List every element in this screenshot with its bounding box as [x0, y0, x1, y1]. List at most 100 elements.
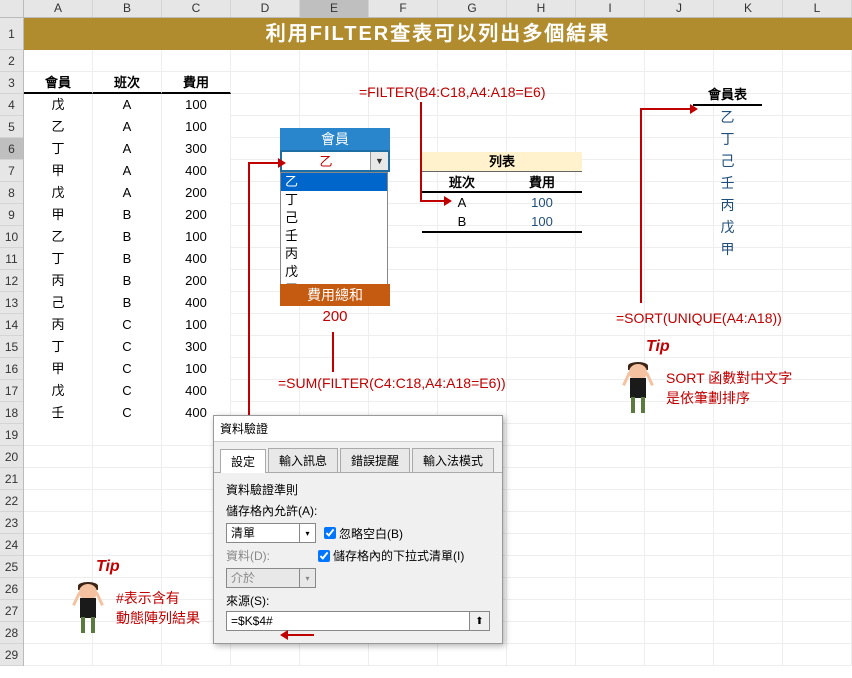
cell[interactable]: 100 [162, 358, 231, 380]
cell[interactable] [507, 556, 576, 578]
cell[interactable]: A [93, 138, 162, 160]
cell[interactable]: C [93, 358, 162, 380]
cell[interactable] [645, 600, 714, 622]
cell[interactable] [231, 50, 300, 72]
row-header-4[interactable]: 4 [0, 94, 23, 116]
cell[interactable]: 400 [162, 160, 231, 182]
row-header-19[interactable]: 19 [0, 424, 23, 446]
dropdown-item[interactable]: 己 [281, 209, 387, 227]
cell[interactable] [93, 644, 162, 666]
cell[interactable]: C [93, 336, 162, 358]
cell[interactable] [714, 490, 783, 512]
cell[interactable] [576, 468, 645, 490]
cell[interactable] [507, 490, 576, 512]
cell[interactable] [507, 50, 576, 72]
cell[interactable] [576, 270, 645, 292]
cell[interactable] [783, 182, 852, 204]
column-header-B[interactable]: B [93, 0, 162, 17]
cell[interactable] [93, 468, 162, 490]
cell[interactable] [507, 380, 576, 402]
cell[interactable] [507, 314, 576, 336]
cell[interactable]: 100 [162, 94, 231, 116]
cell[interactable] [507, 336, 576, 358]
cell[interactable]: 戊 [24, 182, 93, 204]
cell[interactable] [783, 336, 852, 358]
column-header-F[interactable]: F [369, 0, 438, 17]
row-header-27[interactable]: 27 [0, 600, 23, 622]
cell[interactable] [507, 270, 576, 292]
cell[interactable]: 費用 [162, 72, 231, 94]
cell[interactable] [507, 292, 576, 314]
cell[interactable] [783, 556, 852, 578]
cell[interactable] [507, 446, 576, 468]
ignore-blank-checkbox[interactable]: 忽略空白(B) [324, 525, 403, 542]
cell[interactable] [162, 644, 231, 666]
cell[interactable]: 戊 [24, 94, 93, 116]
cell[interactable] [576, 446, 645, 468]
cell[interactable]: C [93, 380, 162, 402]
cell[interactable] [714, 534, 783, 556]
cell[interactable]: 戊 [24, 380, 93, 402]
cell[interactable]: A [93, 116, 162, 138]
cell[interactable] [369, 50, 438, 72]
cell[interactable] [300, 644, 369, 666]
cell[interactable] [93, 490, 162, 512]
cell[interactable] [507, 644, 576, 666]
cell[interactable] [507, 402, 576, 424]
cell[interactable]: A [93, 160, 162, 182]
cell[interactable] [438, 644, 507, 666]
cell[interactable] [24, 490, 93, 512]
cell[interactable] [93, 512, 162, 534]
cell[interactable] [783, 314, 852, 336]
cell[interactable]: A [93, 182, 162, 204]
in-cell-dropdown-checkbox[interactable]: 儲存格內的下拉式清單(I) [318, 547, 464, 564]
cell[interactable] [231, 644, 300, 666]
cell[interactable] [300, 336, 369, 358]
cell[interactable] [783, 50, 852, 72]
cell[interactable] [576, 622, 645, 644]
cell[interactable] [714, 468, 783, 490]
cell[interactable] [507, 600, 576, 622]
cell[interactable] [24, 512, 93, 534]
cell[interactable] [645, 446, 714, 468]
row-header-21[interactable]: 21 [0, 468, 23, 490]
row-header-6[interactable]: 6 [0, 138, 23, 160]
cell[interactable] [438, 116, 507, 138]
cell[interactable] [645, 468, 714, 490]
dropdown-item[interactable]: 乙 [281, 173, 387, 191]
cell[interactable]: 己 [24, 292, 93, 314]
cell[interactable]: 班次 [93, 72, 162, 94]
row-header-16[interactable]: 16 [0, 358, 23, 380]
row-header-24[interactable]: 24 [0, 534, 23, 556]
cell[interactable]: 200 [162, 204, 231, 226]
cell[interactable] [783, 138, 852, 160]
cell[interactable] [576, 644, 645, 666]
cell[interactable] [714, 512, 783, 534]
source-input[interactable]: =$K$4# [226, 611, 470, 631]
row-header-25[interactable]: 25 [0, 556, 23, 578]
cell[interactable] [507, 248, 576, 270]
column-header-H[interactable]: H [507, 0, 576, 17]
cell[interactable] [714, 446, 783, 468]
dropdown-toggle-icon[interactable]: ▼ [370, 152, 388, 170]
cell[interactable] [300, 50, 369, 72]
cell[interactable]: 100 [162, 116, 231, 138]
column-header-E[interactable]: E [300, 0, 369, 17]
cell[interactable] [576, 182, 645, 204]
cell[interactable]: 甲 [24, 204, 93, 226]
cell[interactable] [231, 336, 300, 358]
cell[interactable] [576, 94, 645, 116]
cell[interactable] [783, 292, 852, 314]
cell[interactable] [645, 578, 714, 600]
row-header-28[interactable]: 28 [0, 622, 23, 644]
cell[interactable] [576, 600, 645, 622]
cell[interactable] [507, 468, 576, 490]
cell[interactable]: 丙 [24, 314, 93, 336]
cell[interactable]: 丁 [24, 138, 93, 160]
row-header-14[interactable]: 14 [0, 314, 23, 336]
cell[interactable] [507, 622, 576, 644]
cell[interactable]: B [93, 270, 162, 292]
row-header-2[interactable]: 2 [0, 50, 23, 72]
cell[interactable] [24, 644, 93, 666]
cell[interactable] [783, 94, 852, 116]
